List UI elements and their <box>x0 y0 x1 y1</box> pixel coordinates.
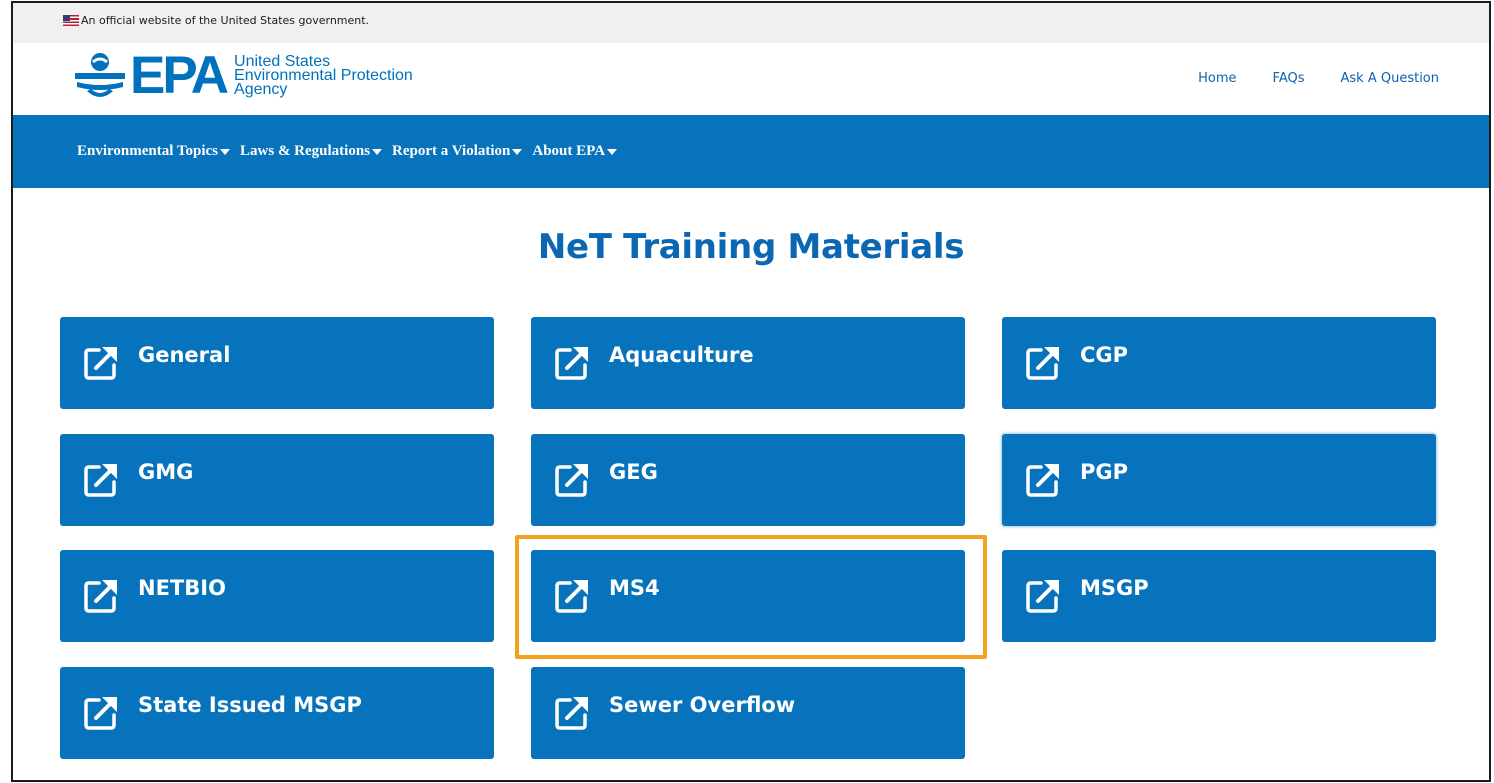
page-title: NeT Training Materials <box>537 227 965 267</box>
tile-netbio[interactable]: NETBIO <box>60 550 494 642</box>
tile-label: State Issued MSGP <box>138 692 362 717</box>
browser-frame: An official website of the United States… <box>11 1 1491 782</box>
external-link-icon <box>84 464 117 497</box>
external-link-icon <box>84 580 117 613</box>
tile-ms4[interactable]: MS4 <box>531 550 965 642</box>
us-flag-icon <box>63 15 79 26</box>
external-link-icon <box>1026 347 1059 380</box>
gov-banner: An official website of the United States… <box>13 3 1489 43</box>
tile-aquaculture[interactable]: Aquaculture <box>531 317 965 409</box>
site-header: EPA United States Environmental Protecti… <box>13 43 1489 115</box>
caret-down-icon <box>512 148 523 155</box>
tile-label: PGP <box>1080 459 1129 484</box>
main-nav: Environmental Topics Laws & Regulations … <box>13 115 1489 188</box>
caret-down-icon <box>607 148 618 155</box>
tile-pgp[interactable]: PGP <box>1002 434 1436 526</box>
tile-label: General <box>138 342 231 367</box>
epa-seal-icon <box>75 53 125 97</box>
tile-label: NETBIO <box>138 575 226 600</box>
tile-geg[interactable]: GEG <box>531 434 965 526</box>
tile-label: GEG <box>609 459 658 484</box>
tile-label: GMG <box>138 459 194 484</box>
nav-about-epa[interactable]: About EPA <box>532 143 618 160</box>
logo-agency-name: United States Environmental Protection A… <box>234 54 413 98</box>
tile-cgp[interactable]: CGP <box>1002 317 1436 409</box>
external-link-icon <box>84 697 117 730</box>
epa-logo[interactable]: EPA United States Environmental Protecti… <box>73 46 413 105</box>
tile-general[interactable]: General <box>60 317 494 409</box>
nav-label: About EPA <box>532 143 606 159</box>
logo-line-3: Agency <box>234 81 288 98</box>
external-link-icon <box>1026 464 1059 497</box>
nav-label: Environmental Topics <box>77 143 219 159</box>
logo-acronym: EPA <box>130 46 229 105</box>
external-link-icon <box>555 697 588 730</box>
tile-label: Aquaculture <box>609 342 754 367</box>
tile-label: MS4 <box>609 575 660 600</box>
tile-sewer-overflow[interactable]: Sewer Overflow <box>531 667 965 759</box>
external-link-icon <box>1026 580 1059 613</box>
nav-label: Report a Violation <box>392 143 511 159</box>
faqs-link[interactable]: FAQs <box>1273 71 1305 86</box>
tile-label: CGP <box>1080 342 1129 367</box>
home-link[interactable]: Home <box>1198 71 1236 86</box>
nav-laws-regulations[interactable]: Laws & Regulations <box>240 143 383 160</box>
caret-down-icon <box>220 148 231 155</box>
tile-label: Sewer Overflow <box>609 692 796 717</box>
tile-msgp[interactable]: MSGP <box>1002 550 1436 642</box>
ask-question-link[interactable]: Ask A Question <box>1341 71 1440 86</box>
tile-gmg[interactable]: GMG <box>60 434 494 526</box>
utility-nav: Home FAQs Ask A Question <box>1198 71 1439 86</box>
nav-label: Laws & Regulations <box>240 143 371 159</box>
external-link-icon <box>555 464 588 497</box>
nav-report-violation[interactable]: Report a Violation <box>392 143 523 160</box>
gov-banner-text: An official website of the United States… <box>81 14 370 27</box>
external-link-icon <box>84 347 117 380</box>
tile-label: MSGP <box>1080 575 1149 600</box>
caret-down-icon <box>372 148 383 155</box>
external-link-icon <box>555 580 588 613</box>
external-link-icon <box>555 347 588 380</box>
tile-state-issued-msgp[interactable]: State Issued MSGP <box>60 667 494 759</box>
nav-environmental-topics[interactable]: Environmental Topics <box>77 143 231 160</box>
